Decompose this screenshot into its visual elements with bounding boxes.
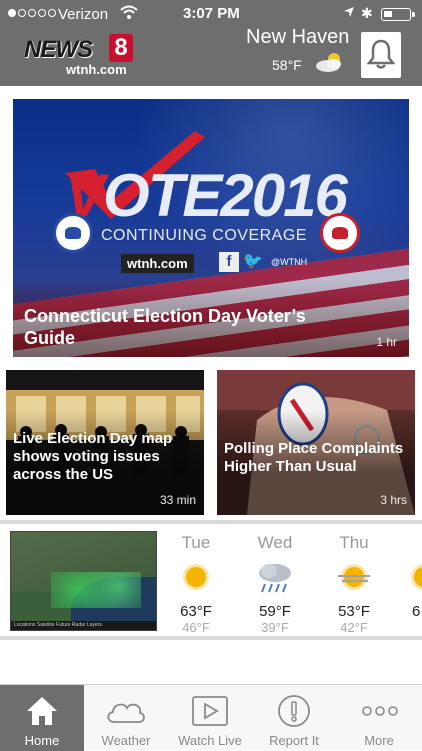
logo-number: 8 (109, 34, 133, 62)
story-timestamp: 33 min (159, 493, 196, 507)
democrat-emblem (53, 213, 93, 253)
story-card-polling-complaints[interactable]: Polling Place Complaints Higher Than Usu… (217, 370, 415, 515)
story-headline[interactable]: Polling Place Complaints Higher Than Usu… (224, 440, 408, 476)
republican-emblem (320, 213, 360, 253)
rain-cloud-icon (255, 559, 295, 599)
forecast-high: 63°F (180, 603, 212, 620)
forecast-day-name: Thu (339, 533, 369, 552)
section-divider (0, 636, 422, 640)
current-temperature: 58°F (272, 57, 302, 73)
logo-site: wtnh.com (66, 62, 127, 77)
tab-label: Home (24, 733, 60, 748)
forecast-high: 6 (412, 603, 421, 620)
sun-wind-icon (334, 559, 374, 599)
forecast-high: 53°F (338, 603, 370, 620)
tab-label: More (364, 733, 394, 748)
house-icon (27, 697, 57, 725)
forecast-low: 39°F (261, 620, 289, 635)
status-time: 3:07 PM (183, 5, 240, 22)
logo-brand: NEWS (24, 36, 93, 63)
status-bar: Verizon 3:07 PM ✱ (0, 0, 422, 28)
forecast-day-name: Wed (257, 533, 293, 552)
tab-report-it[interactable]: Report It (252, 685, 336, 751)
tab-home[interactable]: Home (0, 685, 84, 751)
radar-controls: Locations Satellite Future Radar Layers (11, 621, 156, 630)
graphic-handle: @WTNH (271, 257, 308, 267)
forecast-day[interactable]: Wed 59°F 39°F (245, 533, 305, 635)
location-arrow-icon (344, 7, 354, 17)
ellipsis-icon (362, 706, 398, 716)
facebook-icon: f (219, 252, 239, 272)
app-header: Verizon 3:07 PM ✱ NEWS 8 wtnh.com New Ha… (0, 0, 422, 86)
radar-map-thumbnail[interactable]: Locations Satellite Future Radar Layers (10, 531, 157, 631)
story-card-voting-map[interactable]: Live Election Day map shows voting issue… (6, 370, 204, 515)
social-icons: f 🐦 @WTNH (219, 252, 307, 272)
location-name[interactable]: New Haven (246, 26, 349, 49)
carrier-name: Verizon (58, 6, 109, 23)
featured-timestamp: 1 hr (376, 335, 397, 349)
forecast-day-name: Tue (181, 533, 211, 552)
forecast-high: 59°F (259, 603, 291, 620)
tab-label: Watch Live (178, 733, 242, 748)
news8-logo[interactable]: NEWS 8 wtnh.com (24, 34, 140, 78)
exclamation-icon (278, 695, 310, 727)
bottom-tab-bar: Home Weather Watch Live Report It More (0, 684, 422, 751)
partly-cloudy-icon (316, 53, 341, 72)
tab-more[interactable]: More (336, 685, 422, 751)
play-icon (192, 696, 228, 726)
forecast-low: 42°F (340, 620, 368, 635)
featured-headline[interactable]: Connecticut Election Day Voter’s Guide (24, 305, 354, 349)
sun-icon (176, 559, 216, 599)
alerts-button[interactable] (361, 32, 401, 78)
twitter-icon: 🐦 (243, 253, 263, 270)
wifi-icon (120, 5, 138, 19)
forecast-low: 46°F (182, 620, 210, 635)
bell-icon (367, 39, 395, 69)
section-divider (0, 520, 422, 524)
bluetooth-icon: ✱ (361, 5, 373, 21)
tab-label: Weather (101, 733, 151, 748)
sun-icon (410, 559, 422, 599)
graphic-subtitle: CONTINUING COVERAGE (101, 227, 307, 244)
featured-story-card[interactable]: VOTE2016 CONTINUING COVERAGE wtnh.com f … (13, 99, 409, 357)
cloud-icon (107, 703, 145, 723)
tab-watch-live[interactable]: Watch Live (168, 685, 252, 751)
battery-icon (381, 8, 415, 21)
story-timestamp: 3 hrs (380, 493, 407, 507)
forecast-day-partial[interactable]: 6 (404, 533, 422, 620)
story-headline[interactable]: Live Election Day map shows voting issue… (13, 430, 197, 484)
signal-strength-icon (8, 9, 56, 17)
tab-label: Report It (269, 733, 319, 748)
graphic-site: wtnh.com (121, 254, 194, 273)
forecast-day[interactable]: Tue 63°F 46°F (166, 533, 226, 635)
tab-weather[interactable]: Weather (84, 685, 168, 751)
forecast-day[interactable]: Thu 53°F 42°F (324, 533, 384, 635)
vote-2016-graphic: VOTE2016 (65, 162, 348, 229)
